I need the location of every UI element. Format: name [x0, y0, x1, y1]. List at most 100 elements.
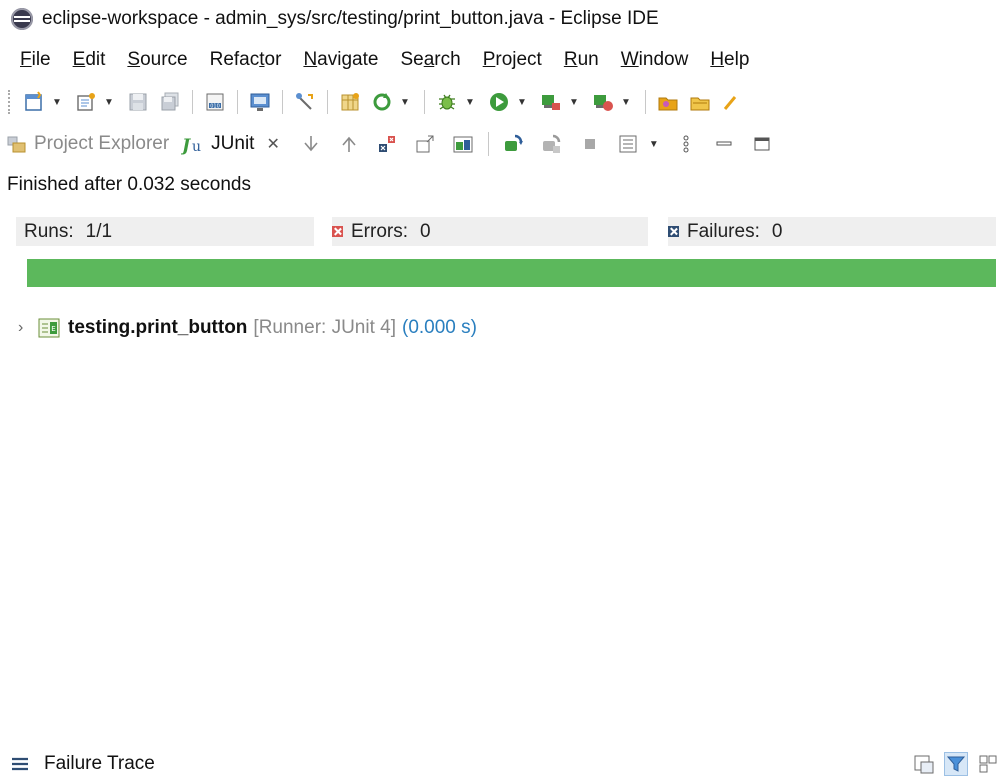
window-title: eclipse-workspace - admin_sys/src/testin…	[42, 8, 659, 29]
failures-counter: Failures: 0	[668, 217, 996, 246]
progress-fill	[27, 259, 996, 287]
menu-label: dit	[85, 49, 106, 70]
view-tab-bar: Project Explorer Ju JUnit ✕ ▼	[0, 124, 1006, 164]
rerun-failed-icon[interactable]	[538, 130, 566, 158]
menu-mnemonic: H	[710, 49, 725, 70]
stop-icon[interactable]	[576, 130, 604, 158]
junit-view-toolbar: ▼	[292, 130, 781, 158]
menu-mnemonic: S	[127, 49, 141, 70]
scroll-lock-icon[interactable]	[411, 130, 439, 158]
menu-item[interactable]: Refactor	[199, 49, 293, 71]
errors-value: 0	[420, 220, 431, 242]
toolbar-separator	[424, 90, 425, 114]
new-wizard-icon[interactable]	[20, 88, 48, 116]
menu-item[interactable]: Source	[116, 49, 198, 71]
menu-item[interactable]: File	[0, 49, 62, 71]
rerun-icon[interactable]	[500, 130, 528, 158]
menu-mnemonic: N	[303, 49, 318, 70]
expand-chevron-icon[interactable]: ›	[18, 319, 38, 337]
debug-dropdown-icon[interactable]: ▼	[463, 88, 477, 116]
tab-label: JUnit	[211, 133, 255, 154]
menu-item[interactable]: Search	[389, 49, 471, 71]
runner-info: [Runner: JUnit 4]	[253, 317, 396, 338]
status-message: Finished after 0.032 seconds	[7, 174, 251, 195]
menu-item[interactable]: Edit	[62, 49, 117, 71]
errors-label: Errors:	[351, 220, 408, 242]
menu-item[interactable]: Help	[699, 49, 760, 71]
main-toolbar: ▼ ▼ 010 ▼ ▼ ▼ ▼ ▼	[0, 84, 1006, 120]
menu-mnemonic: a	[423, 49, 435, 70]
runs-label: Runs:	[24, 220, 74, 242]
menu-mnemonic: P	[482, 49, 496, 70]
menu-label: avigate	[317, 49, 379, 70]
tab-project-explorer[interactable]: Project Explorer	[0, 128, 175, 160]
menu-label: un	[577, 49, 599, 70]
failures-label: Failures:	[687, 220, 760, 242]
save-all-icon[interactable]	[156, 88, 184, 116]
binary-icon[interactable]: 010	[201, 88, 229, 116]
open-type-icon[interactable]	[686, 88, 714, 116]
test-progress-bar	[27, 259, 996, 287]
coverage-icon[interactable]	[589, 88, 617, 116]
failure-trace-bar: Failure Trace	[0, 750, 1006, 778]
new-java-dropdown-icon[interactable]: ▼	[102, 88, 116, 116]
next-failure-icon[interactable]	[297, 130, 325, 158]
toolbar-grip[interactable]	[8, 90, 12, 114]
coverage-dropdown-icon[interactable]: ▼	[619, 88, 633, 116]
minimize-icon[interactable]	[710, 130, 738, 158]
close-icon[interactable]: ✕	[266, 134, 279, 154]
copy-trace-icon[interactable]	[976, 752, 1000, 776]
tools-icon[interactable]	[291, 88, 319, 116]
test-counters: Runs: 1/1 Errors: 0 Failures: 0	[16, 217, 996, 246]
debug-icon[interactable]	[433, 88, 461, 116]
toolbar-separator	[192, 90, 193, 114]
toolbar-separator	[237, 90, 238, 114]
new-java-icon[interactable]	[72, 88, 100, 116]
test-suite-row[interactable]: › E testing.print_button [Runner: JUnit …	[18, 314, 477, 342]
menu-label: rch	[434, 49, 461, 70]
save-icon[interactable]	[124, 88, 152, 116]
filter-stack-trace-icon[interactable]	[944, 752, 968, 776]
runs-value: 1/1	[85, 220, 113, 242]
menu-mnemonic: F	[20, 49, 32, 70]
menu-item[interactable]: Window	[610, 49, 700, 71]
run-external-dropdown-icon[interactable]: ▼	[567, 88, 581, 116]
menu-item[interactable]: Run	[553, 49, 610, 71]
console-icon[interactable]	[246, 88, 274, 116]
package-icon[interactable]	[336, 88, 364, 116]
tab-junit[interactable]: Ju JUnit ✕	[175, 128, 286, 160]
refresh-icon[interactable]	[368, 88, 396, 116]
project-explorer-icon	[7, 136, 26, 153]
layout-icon[interactable]	[614, 130, 642, 158]
test-duration: (0.000 s)	[402, 317, 477, 338]
run-dropdown-icon[interactable]: ▼	[515, 88, 529, 116]
test-suite-name: testing.print_button	[68, 317, 248, 338]
open-folder-icon[interactable]	[654, 88, 682, 116]
history-icon[interactable]	[449, 130, 477, 158]
menu-label: roject	[495, 49, 542, 70]
test-suite-icon: E	[38, 318, 60, 338]
menu-item[interactable]: Project	[472, 49, 553, 71]
menu-label: Se	[400, 49, 424, 70]
maximize-icon[interactable]	[748, 130, 776, 158]
junit-icon: Ju	[181, 136, 201, 156]
failures-value: 0	[771, 220, 783, 242]
menu-label: Refac	[209, 49, 260, 70]
layout-dropdown-icon[interactable]: ▼	[647, 130, 661, 158]
title-bar: eclipse-workspace - admin_sys/src/testin…	[0, 0, 1006, 38]
compare-results-icon[interactable]	[912, 752, 936, 776]
run-external-icon[interactable]	[537, 88, 565, 116]
refresh-dropdown-icon[interactable]: ▼	[398, 88, 412, 116]
new-wizard-dropdown-icon[interactable]: ▼	[50, 88, 64, 116]
run-icon[interactable]	[485, 88, 513, 116]
previous-failure-icon[interactable]	[335, 130, 363, 158]
menu-mnemonic: E	[72, 49, 86, 70]
runs-counter: Runs: 1/1	[16, 217, 314, 246]
svg-text:E: E	[51, 325, 55, 333]
show-failures-only-icon[interactable]	[373, 130, 401, 158]
menu-item[interactable]: Navigate	[292, 49, 389, 71]
eclipse-logo-icon	[11, 8, 33, 30]
menu-label: indow	[638, 49, 689, 70]
view-menu-icon[interactable]	[672, 130, 700, 158]
edit-icon[interactable]	[718, 88, 746, 116]
